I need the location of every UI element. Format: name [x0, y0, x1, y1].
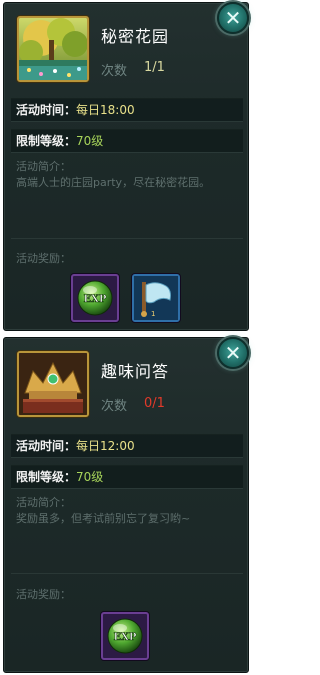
- attempts-value: 0/1: [144, 396, 165, 411]
- flag-scroll-icon: 1: [134, 276, 178, 320]
- reward-slot-exp[interactable]: EXP: [71, 274, 119, 322]
- activity-time-label: 活动时间：: [16, 103, 77, 117]
- svg-text:1: 1: [151, 310, 155, 318]
- activity-time-label: 活动时间：: [16, 439, 77, 453]
- activity-time-row: 活动时间：每日12:00: [11, 434, 243, 458]
- activity-card-quiz: ✕ 趣味问答 次数 0/1 活动时间：每日12:00 限制等级：70级 活动简介…: [3, 337, 249, 673]
- activity-thumbnail-garden: [17, 16, 89, 82]
- close-button[interactable]: ✕: [217, 337, 249, 369]
- level-requirement-value: 70级: [76, 470, 104, 484]
- attempts-label: 次数: [101, 399, 128, 414]
- exp-orb-text: EXP: [84, 294, 107, 305]
- close-icon: ✕: [224, 6, 242, 30]
- section-divider: [11, 573, 243, 574]
- close-icon: ✕: [224, 341, 242, 365]
- attempts-value: 1/1: [144, 60, 165, 75]
- level-requirement-row: 限制等级：70级: [11, 129, 243, 153]
- reward-slot-exp[interactable]: EXP: [101, 612, 149, 660]
- activity-card-secret-garden: ✕ 秘密花园 次数 1/1 活动时间：每日18:00 限制等级：70级 活动简介…: [3, 2, 249, 331]
- activity-description-label: 活动简介：: [16, 496, 71, 509]
- section-divider: [11, 238, 243, 239]
- activity-description-label: 活动简介：: [16, 160, 71, 173]
- activity-thumbnail-quiz: [17, 351, 89, 417]
- level-requirement-value: 70级: [76, 134, 104, 148]
- level-requirement-label: 限制等级：: [16, 134, 77, 148]
- activity-title: 趣味问答: [101, 362, 170, 381]
- exp-orb-icon: EXP: [77, 280, 113, 316]
- exp-orb-icon: EXP: [107, 618, 143, 654]
- activity-title: 秘密花园: [101, 27, 170, 46]
- reward-slot-flag[interactable]: 1: [132, 274, 180, 322]
- activity-time-row: 活动时间：每日18:00: [11, 98, 243, 122]
- close-button[interactable]: ✕: [217, 2, 249, 34]
- activity-time-value: 每日18:00: [76, 103, 135, 117]
- activity-description-text: 高端人士的庄园party，尽在秘密花园。: [16, 176, 211, 189]
- activity-rewards-label: 活动奖励：: [16, 588, 71, 601]
- activity-rewards-label: 活动奖励：: [16, 252, 71, 265]
- level-requirement-row: 限制等级：70级: [11, 465, 243, 489]
- activity-description-text: 奖励虽多，但考试前别忘了复习哟~: [16, 512, 191, 525]
- attempts-label: 次数: [101, 64, 128, 79]
- exp-orb-text: EXP: [114, 632, 137, 643]
- level-requirement-label: 限制等级：: [16, 470, 77, 484]
- activity-time-value: 每日12:00: [76, 439, 135, 453]
